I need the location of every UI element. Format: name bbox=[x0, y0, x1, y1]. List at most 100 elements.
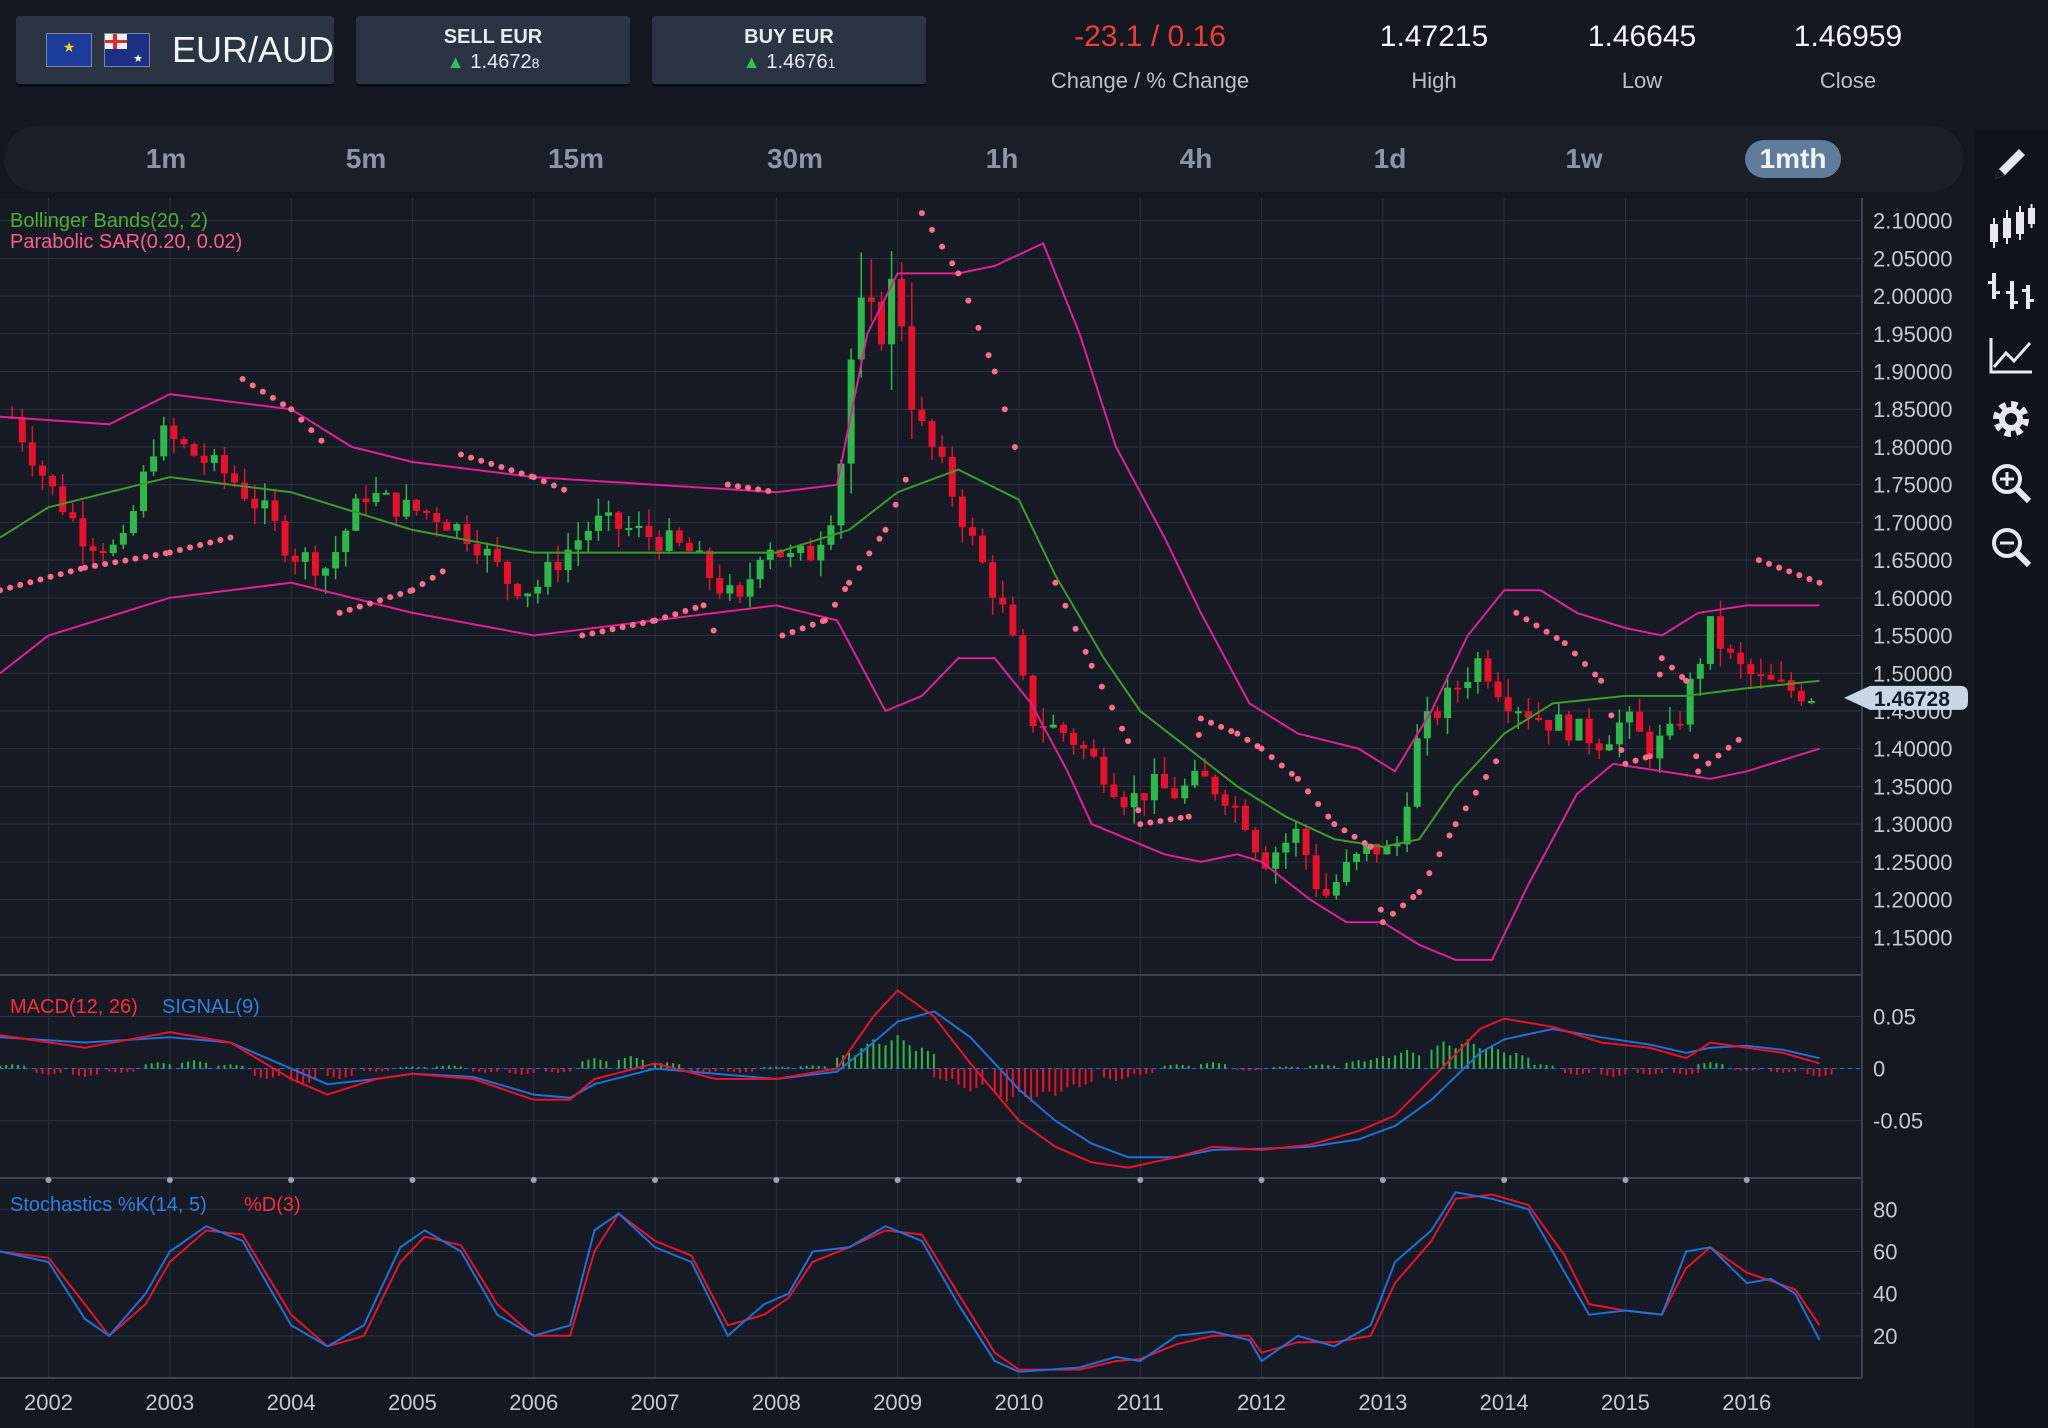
candle-down bbox=[938, 446, 946, 457]
sar-dot bbox=[846, 579, 853, 586]
year-tick-label: 2010 bbox=[994, 1390, 1043, 1415]
sar-dot bbox=[985, 352, 992, 359]
price-tick-label: 1.90000 bbox=[1873, 360, 1953, 385]
sar-dot bbox=[259, 388, 266, 395]
candle-down bbox=[1251, 829, 1259, 853]
sar-dot bbox=[1228, 728, 1235, 735]
sar-dot bbox=[1786, 568, 1793, 575]
sar-dot bbox=[187, 544, 194, 551]
candle-down bbox=[948, 456, 956, 497]
candle-up bbox=[352, 498, 360, 531]
tab-1m[interactable]: 1m bbox=[116, 140, 216, 178]
separator-dot bbox=[1501, 1177, 1508, 1183]
candle-down bbox=[251, 498, 259, 509]
candle-down bbox=[979, 535, 987, 563]
tab-5m[interactable]: 5m bbox=[316, 140, 416, 178]
sar-dot bbox=[734, 483, 741, 490]
low-value: 1.46645 bbox=[1587, 20, 1697, 53]
tab-1mth[interactable]: 1mth bbox=[1745, 140, 1841, 178]
buy-button[interactable]: BUY EUR ▲ 1.46761 bbox=[652, 16, 926, 84]
candle-down bbox=[241, 482, 249, 499]
candle-down bbox=[1100, 756, 1108, 785]
separator-dot bbox=[652, 1177, 659, 1183]
candle-up bbox=[544, 561, 552, 587]
macd-tick-label: 0 bbox=[1873, 1057, 1885, 1082]
tab-1w[interactable]: 1w bbox=[1534, 140, 1634, 178]
sar-dot bbox=[7, 584, 14, 591]
candle-up bbox=[1686, 678, 1694, 725]
sar-dot bbox=[1523, 616, 1530, 623]
sar-dot bbox=[619, 624, 626, 631]
candle-up bbox=[372, 493, 380, 503]
candle-up bbox=[342, 530, 350, 553]
stoch-tick-label: 80 bbox=[1873, 1197, 1897, 1222]
sar-dot bbox=[346, 606, 353, 613]
sar-dot bbox=[561, 486, 568, 493]
sell-button[interactable]: SELL EUR ▲ 1.46728 bbox=[356, 16, 630, 84]
candle-down bbox=[180, 439, 188, 445]
candle-down bbox=[1322, 889, 1330, 896]
sar-dot bbox=[1135, 807, 1142, 814]
sar-dot bbox=[377, 597, 384, 604]
separator-dot bbox=[1258, 1177, 1265, 1183]
sar-dot bbox=[1294, 775, 1301, 782]
sar-dot bbox=[1351, 833, 1358, 840]
tab-1h[interactable]: 1h bbox=[952, 140, 1052, 178]
candle-down bbox=[1302, 828, 1310, 856]
symbol-selector[interactable]: EUR/AUD bbox=[16, 16, 334, 84]
sar-dot bbox=[298, 416, 305, 423]
year-tick-label: 2006 bbox=[509, 1390, 558, 1415]
candle-down bbox=[554, 561, 562, 571]
zoom-in-icon[interactable] bbox=[1984, 456, 2038, 510]
pencil-icon[interactable] bbox=[1984, 136, 2038, 190]
candle-up bbox=[1666, 723, 1674, 736]
sar-dot bbox=[57, 571, 64, 578]
candle-up bbox=[483, 548, 491, 556]
sar-dot bbox=[1608, 712, 1615, 719]
candle-down bbox=[281, 520, 289, 556]
candle-down bbox=[190, 444, 198, 456]
price-chart[interactable]: 2.10000 2.05000 2.00000 1.95000 1.90000 1.850… bbox=[0, 198, 1970, 1428]
sar-dot bbox=[1052, 579, 1059, 586]
candle-up bbox=[1282, 842, 1290, 853]
candle-up bbox=[1150, 773, 1158, 801]
candle-up bbox=[382, 492, 390, 495]
candle-down bbox=[18, 417, 26, 443]
candle-up bbox=[1464, 681, 1472, 689]
candle-up bbox=[786, 553, 794, 558]
tab-1d[interactable]: 1d bbox=[1340, 140, 1440, 178]
sar-dot bbox=[799, 625, 806, 632]
tab-30m[interactable]: 30m bbox=[745, 140, 845, 178]
gear-icon[interactable] bbox=[1984, 392, 2038, 446]
candle-down bbox=[1161, 773, 1169, 789]
sar-dot bbox=[27, 579, 34, 586]
sar-dot bbox=[882, 526, 889, 533]
candle-down bbox=[412, 499, 420, 511]
high-value: 1.47215 bbox=[1379, 20, 1489, 53]
candle-up bbox=[1191, 770, 1199, 786]
line-chart-icon[interactable] bbox=[1984, 328, 2038, 382]
sar-dot bbox=[1197, 715, 1204, 722]
tab-4h[interactable]: 4h bbox=[1146, 140, 1246, 178]
price-tick-label: 1.65000 bbox=[1873, 548, 1953, 573]
sar-dot bbox=[197, 542, 204, 549]
candle-down bbox=[1211, 776, 1219, 795]
candle-up bbox=[1615, 722, 1623, 745]
candle-up bbox=[635, 525, 643, 529]
sar-dot bbox=[609, 626, 616, 633]
candle-down bbox=[1797, 690, 1805, 702]
candle-up bbox=[594, 515, 602, 531]
sar-dot bbox=[949, 260, 956, 267]
tab-15m[interactable]: 15m bbox=[526, 140, 626, 178]
ohlc-bars-icon[interactable] bbox=[1984, 264, 2038, 318]
sar-dot bbox=[81, 564, 88, 571]
zoom-out-icon[interactable] bbox=[1984, 520, 2038, 574]
candlestick-icon[interactable] bbox=[1984, 200, 2038, 254]
sar-dot bbox=[662, 614, 669, 621]
sar-dot bbox=[17, 581, 24, 588]
sar-dot bbox=[1082, 648, 1089, 655]
sar-dot bbox=[498, 464, 505, 471]
sar-dot bbox=[710, 627, 717, 634]
stoch-tick-label: 60 bbox=[1873, 1239, 1897, 1264]
sar-dot bbox=[1695, 768, 1702, 775]
